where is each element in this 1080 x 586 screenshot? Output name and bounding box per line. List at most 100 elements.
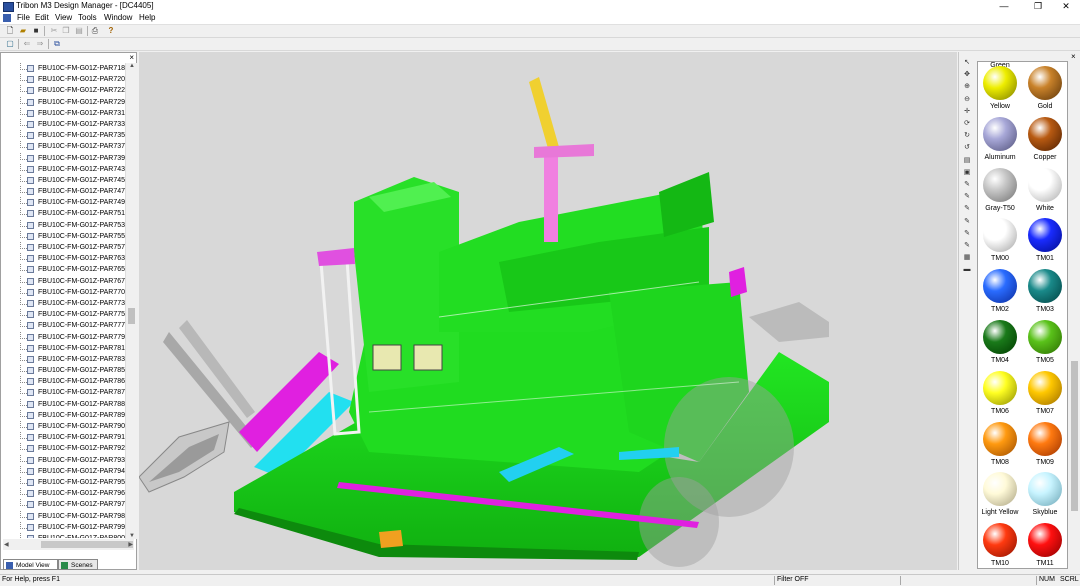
- menu-help[interactable]: Help: [139, 13, 155, 22]
- tree-item[interactable]: FBU10C-FM-G01Z-PAR786: [1, 376, 125, 387]
- open-icon[interactable]: ▰: [18, 26, 28, 36]
- forward-arrow-icon[interactable]: ⇒: [35, 39, 45, 49]
- wheelhouse: [659, 172, 714, 237]
- tree-item[interactable]: FBU10C-FM-G01Z-PAR753: [1, 219, 125, 231]
- tree-item[interactable]: FBU10C-FM-G01Z-PAR796: [1, 488, 125, 499]
- menu-file[interactable]: File: [17, 13, 30, 22]
- material-name: TM04: [991, 357, 1009, 364]
- select-box-icon[interactable]: ▢: [5, 39, 15, 49]
- tree-item[interactable]: FBU10C-FM-G01Z-PAR791: [1, 432, 125, 443]
- tree-horizontal-scrollbar[interactable]: ◀ ▶: [3, 539, 134, 550]
- tree-vertical-scrollbar[interactable]: ▲ ▼: [125, 63, 137, 539]
- close-button[interactable]: ✕: [1051, 0, 1080, 12]
- layer-icon[interactable]: ▤: [962, 156, 972, 165]
- tree-hscroll-thumb[interactable]: [41, 541, 133, 548]
- material-scroll-thumb[interactable]: [1071, 361, 1078, 511]
- tree-item[interactable]: FBU10C-FM-G01Z-PAR795: [1, 476, 125, 488]
- tree-item[interactable]: FBU10C-FM-G01Z-PAR737: [1, 141, 125, 152]
- tree-item[interactable]: FBU10C-FM-G01Z-PAR781: [1, 342, 125, 354]
- panel-close-icon[interactable]: ×: [129, 53, 134, 62]
- tab-scenes[interactable]: Scenes: [58, 559, 98, 570]
- tree-item[interactable]: FBU10C-FM-G01Z-PAR735: [1, 130, 125, 141]
- tree-item[interactable]: FBU10C-FM-G01Z-PAR749: [1, 197, 125, 208]
- minimize-button[interactable]: —: [989, 0, 1019, 12]
- clip4-icon[interactable]: ✎: [962, 217, 972, 226]
- save-icon[interactable]: ■: [31, 26, 41, 36]
- tree-item[interactable]: FBU10C-FM-G01Z-PAR799: [1, 521, 125, 533]
- clip6-icon[interactable]: ✎: [962, 241, 972, 250]
- tree-item[interactable]: FBU10C-FM-G01Z-PAR789: [1, 409, 125, 421]
- clip-icon[interactable]: ✎: [962, 180, 972, 189]
- zoom-in-icon[interactable]: ⊕: [962, 82, 972, 91]
- tree-item[interactable]: FBU10C-FM-G01Z-PAR767: [1, 275, 125, 287]
- tree-item[interactable]: FBU10C-FM-G01Z-PAR790: [1, 421, 125, 432]
- pointer-icon[interactable]: ↖: [962, 58, 972, 67]
- tree-item[interactable]: FBU10C-FM-G01Z-PAR787: [1, 387, 125, 398]
- tree-item[interactable]: FBU10C-FM-G01Z-PAR777: [1, 320, 125, 331]
- tab-model-view[interactable]: Model View: [3, 559, 58, 570]
- clip3-icon[interactable]: ✎: [962, 204, 972, 213]
- tree-scroll-thumb[interactable]: [128, 308, 135, 324]
- restore-button[interactable]: ❐: [1023, 0, 1053, 12]
- 3d-viewport[interactable]: [139, 52, 957, 570]
- orbit-icon[interactable]: ↻: [962, 131, 972, 140]
- spin-icon[interactable]: ↺: [962, 143, 972, 152]
- tree-item[interactable]: FBU10C-FM-G01Z-PAR745: [1, 174, 125, 186]
- help-icon[interactable]: ?: [106, 26, 116, 36]
- clip5-icon[interactable]: ✎: [962, 229, 972, 238]
- tree-item[interactable]: FBU10C-FM-G01Z-PAR751: [1, 208, 125, 219]
- render-icon[interactable]: ▦: [962, 253, 972, 262]
- back-arrow-icon[interactable]: ⇐: [22, 39, 32, 49]
- menu-tools[interactable]: Tools: [78, 13, 97, 22]
- print-icon[interactable]: ⎙: [90, 26, 100, 36]
- clip2-icon[interactable]: ✎: [962, 192, 972, 201]
- tree-item[interactable]: FBU10C-FM-G01Z-PAR800: [1, 532, 125, 538]
- tree-item[interactable]: FBU10C-FM-G01Z-PAR743: [1, 163, 125, 175]
- tree-item[interactable]: FBU10C-FM-G01Z-PAR793: [1, 454, 125, 466]
- pan-icon[interactable]: ✥: [962, 70, 972, 79]
- paste-icon[interactable]: ▤: [74, 26, 84, 36]
- cut-icon[interactable]: ✂: [49, 26, 59, 36]
- tree-item[interactable]: FBU10C-FM-G01Z-PAR779: [1, 331, 125, 343]
- tree-item[interactable]: FBU10C-FM-G01Z-PAR739: [1, 152, 125, 164]
- scroll-up-icon[interactable]: ▲: [129, 63, 135, 69]
- tree-item[interactable]: FBU10C-FM-G01Z-PAR729: [1, 96, 125, 108]
- tree-connector: [20, 96, 27, 104]
- tree-item[interactable]: FBU10C-FM-G01Z-PAR794: [1, 465, 125, 477]
- tree-item[interactable]: FBU10C-FM-G01Z-PAR783: [1, 353, 125, 365]
- menu-view[interactable]: View: [55, 13, 72, 22]
- tree-item[interactable]: FBU10C-FM-G01Z-PAR747: [1, 186, 125, 197]
- tree-item[interactable]: FBU10C-FM-G01Z-PAR763: [1, 253, 125, 264]
- tree-item[interactable]: FBU10C-FM-G01Z-PAR733: [1, 118, 125, 130]
- tree-item[interactable]: FBU10C-FM-G01Z-PAR798: [1, 510, 125, 522]
- menu-window[interactable]: Window: [104, 13, 132, 22]
- material-scrollbar[interactable]: [1069, 61, 1080, 569]
- tree-item[interactable]: FBU10C-FM-G01Z-PAR775: [1, 309, 125, 320]
- tree-item[interactable]: FBU10C-FM-G01Z-PAR718: [1, 63, 125, 74]
- tree-item[interactable]: FBU10C-FM-G01Z-PAR757: [1, 242, 125, 253]
- tree-item[interactable]: FBU10C-FM-G01Z-PAR755: [1, 230, 125, 242]
- window-icon[interactable]: ⧉: [52, 39, 62, 49]
- scroll-right-icon[interactable]: ▶: [128, 541, 133, 548]
- tree-item[interactable]: FBU10C-FM-G01Z-PAR785: [1, 365, 125, 376]
- scroll-left-icon[interactable]: ◀: [4, 541, 9, 548]
- tree-item[interactable]: FBU10C-FM-G01Z-PAR797: [1, 499, 125, 510]
- copy-icon[interactable]: ❐: [61, 26, 71, 36]
- tree-item[interactable]: FBU10C-FM-G01Z-PAR788: [1, 398, 125, 410]
- tree-item[interactable]: FBU10C-FM-G01Z-PAR722: [1, 85, 125, 96]
- camera-icon[interactable]: ▣: [962, 168, 972, 177]
- tree-item[interactable]: FBU10C-FM-G01Z-PAR765: [1, 264, 125, 275]
- panel-close-icon[interactable]: ×: [1071, 52, 1076, 61]
- tree-item[interactable]: FBU10C-FM-G01Z-PAR720: [1, 74, 125, 85]
- measure-icon[interactable]: ▬: [962, 265, 972, 274]
- tree-item-label: FBU10C-FM-G01Z-PAR729: [38, 98, 125, 106]
- new-icon[interactable]: 🗋: [5, 26, 15, 36]
- menu-edit[interactable]: Edit: [35, 13, 49, 22]
- zoom-out-icon[interactable]: ⊖: [962, 95, 972, 104]
- rotate-icon[interactable]: ⟳: [962, 119, 972, 128]
- move-icon[interactable]: ✛: [962, 107, 972, 116]
- tree-item[interactable]: FBU10C-FM-G01Z-PAR731: [1, 107, 125, 119]
- tree-item[interactable]: FBU10C-FM-G01Z-PAR773: [1, 297, 125, 309]
- tree-item[interactable]: FBU10C-FM-G01Z-PAR792: [1, 443, 125, 454]
- tree-item[interactable]: FBU10C-FM-G01Z-PAR770: [1, 286, 125, 298]
